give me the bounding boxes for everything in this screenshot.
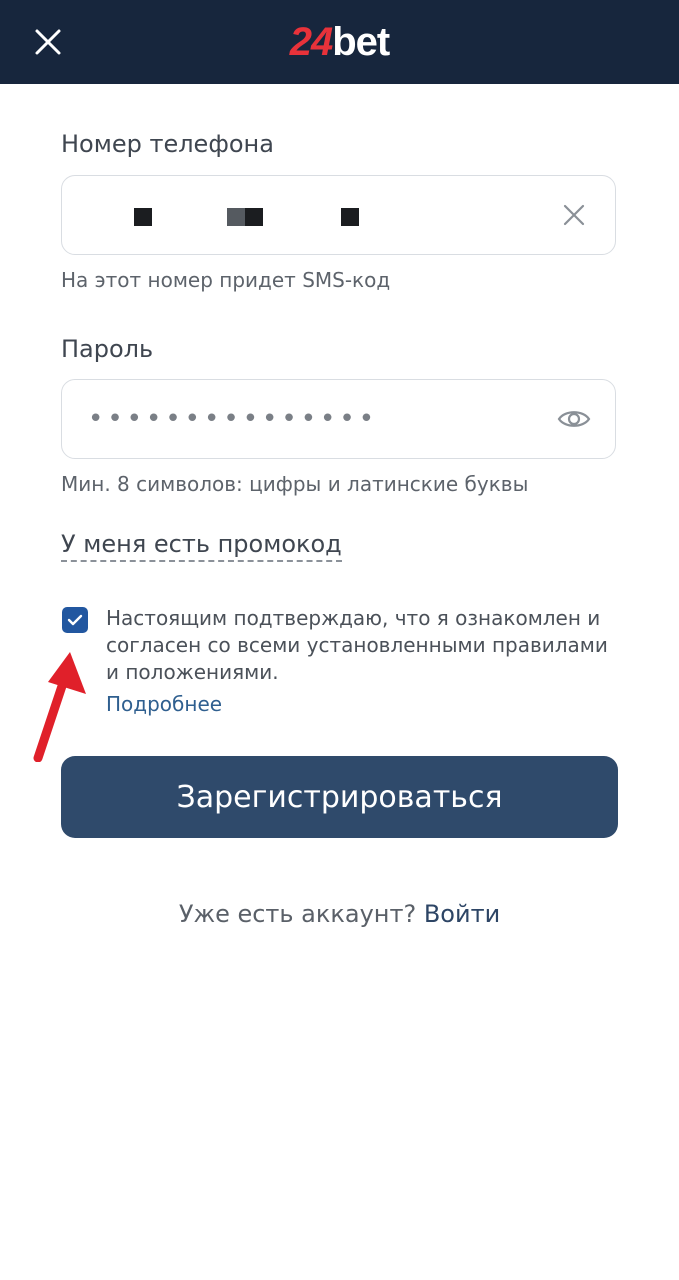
clear-phone-button[interactable] <box>555 196 593 234</box>
password-input[interactable]: ••••••••••••••• <box>61 379 616 459</box>
agreement-checkbox[interactable] <box>62 607 88 633</box>
register-button[interactable]: Зарегистрироваться <box>61 756 618 838</box>
more-details-link[interactable]: Подробнее <box>106 692 222 716</box>
phone-label: Номер телефона <box>61 130 274 158</box>
clear-icon <box>563 204 585 226</box>
phone-mask-3 <box>245 208 263 226</box>
phone-mask-1 <box>134 208 152 226</box>
phone-mask-2 <box>227 208 245 226</box>
login-prompt: Уже есть аккаунт? <box>178 900 417 928</box>
phone-mask-4 <box>341 208 359 226</box>
eye-icon <box>557 411 591 427</box>
password-label: Пароль <box>61 335 154 363</box>
brand-logo: 24bet <box>0 18 679 66</box>
app-header: 24bet <box>0 0 679 84</box>
phone-input[interactable] <box>61 175 616 255</box>
agreement-text: Настоящим подтверждаю, что я ознакомлен … <box>106 606 608 684</box>
promo-code-link[interactable]: У меня есть промокод <box>61 530 342 562</box>
check-icon <box>67 614 83 626</box>
phone-hint: На этот номер придет SMS-код <box>61 268 391 292</box>
toggle-password-button[interactable] <box>555 400 593 438</box>
password-value: ••••••••••••••• <box>88 404 379 434</box>
login-row: Уже есть аккаунт? Войти <box>0 900 679 928</box>
password-hint: Мин. 8 символов: цифры и латинские буквы <box>61 472 529 496</box>
logo-word: bet <box>332 20 390 64</box>
red-arrow-icon <box>33 652 86 762</box>
logo-number: 24 <box>289 20 333 64</box>
login-link[interactable]: Войти <box>424 900 500 928</box>
